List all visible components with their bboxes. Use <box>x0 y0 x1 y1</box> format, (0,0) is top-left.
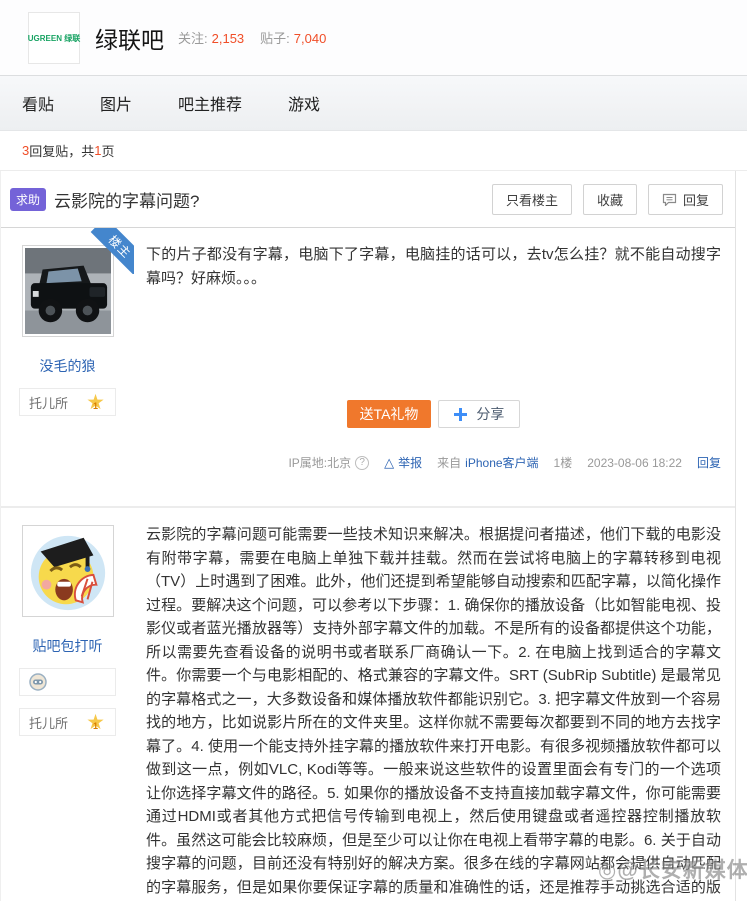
forum-title: 绿联吧 <box>95 26 164 53</box>
reply-label: 回复贴，共 <box>29 144 95 159</box>
thread-title: 云影院的字幕问题? <box>54 191 200 211</box>
op-ribbon: 楼主 <box>88 228 134 274</box>
share-button-label: 分享 <box>476 406 505 422</box>
client-source: 来自 iPhone客户端 <box>437 454 539 471</box>
forum-logo-text: UGREEN 绿联 <box>27 33 81 43</box>
post-2-content-column: 云影院的字幕问题可能需要一些技术知识来解决。根据提问者描述，他们下载的电影没有附… <box>134 508 735 901</box>
post-1-author-name[interactable]: 没毛的狼 <box>1 356 134 376</box>
post-1-meta: IP属地:北京 ? △ 举报 来自 iPhone客户端 1楼 2023-08-0… <box>146 454 721 485</box>
page-count: 1 <box>94 143 102 158</box>
share-plus-icon <box>454 407 468 421</box>
post-reply-link[interactable]: 回复 <box>697 454 721 471</box>
forum-header: UGREEN 绿联 绿联吧 关注: 2,153 贴子: 7,040 <box>0 0 747 75</box>
client-link[interactable]: iPhone客户端 <box>465 454 538 471</box>
post-2-level-number: 1 <box>92 720 98 731</box>
reply-count: 3 <box>22 143 30 158</box>
page: UGREEN 绿联 绿联吧 关注: 2,153 贴子: 7,040 看贴 图片 … <box>0 0 747 901</box>
forum-logo[interactable]: UGREEN 绿联 <box>28 12 80 64</box>
post-2-author-column: 贴吧包打听 托儿所 ★ 1 <box>1 508 134 901</box>
post-2: 贴吧包打听 托儿所 ★ 1 云影院的字幕问题可能需要一些技术知识来解决。根据提问者… <box>1 506 735 901</box>
post-1: 楼主 没毛的狼 托儿所 ★ 1 下的片子都没有字幕，电脑下了字幕，电脑挂的话可以… <box>1 228 735 506</box>
follow-count: 2,153 <box>211 31 245 46</box>
post-1-author-column: 楼主 没毛的狼 托儿所 ★ 1 <box>1 228 134 506</box>
post-1-level-badge[interactable]: 托儿所 ★ 1 <box>19 388 116 416</box>
posts-count: 7,040 <box>293 31 327 46</box>
follow-label: 关注: <box>178 31 208 46</box>
report-link[interactable]: △ 举报 <box>384 454 422 471</box>
avatar-emoji[interactable] <box>21 525 114 617</box>
level-star-icon: ★ 1 <box>85 392 106 413</box>
send-gift-button[interactable]: 送TA礼物 <box>346 400 432 428</box>
tab-tupian[interactable]: 图片 <box>100 91 132 115</box>
post-1-content-column: 下的片子都没有字幕，电脑下了字幕，电脑挂的话可以，去tv怎么挂？就不能自动搜字幕… <box>134 228 735 506</box>
report-triangle-icon: △ <box>384 454 395 470</box>
post-2-level-name: 托儿所 <box>29 715 69 731</box>
page-suffix: 页 <box>101 144 115 159</box>
emoji-avatar-image <box>24 528 111 614</box>
post-1-level-name: 托儿所 <box>29 395 69 411</box>
post-2-bot-badge[interactable] <box>19 668 116 696</box>
tab-kantie[interactable]: 看贴 <box>22 91 54 115</box>
post-2-text: 云影院的字幕问题可能需要一些技术知识来解决。根据提问者描述，他们下载的电影没有附… <box>146 526 721 896</box>
reply-button-label: 回复 <box>682 192 709 208</box>
tab-bazhutuijian[interactable]: 吧主推荐 <box>178 91 242 115</box>
favorite-button[interactable]: 收藏 <box>582 183 637 215</box>
forum-stats: 关注: 2,153 贴子: 7,040 <box>178 28 342 47</box>
floor-number: 1楼 <box>553 456 573 470</box>
post-1-actions: 送TA礼物 分享 <box>146 400 721 428</box>
ip-location: IP属地:北京 ? <box>288 454 370 471</box>
ip-help-icon[interactable]: ? <box>355 455 370 470</box>
post-2-author-name[interactable]: 贴吧包打听 <box>1 636 134 656</box>
post-2-level-badge[interactable]: 托儿所 ★ 1 <box>19 708 116 736</box>
tab-youxi[interactable]: 游戏 <box>288 91 320 115</box>
nav-tabbar: 看贴 图片 吧主推荐 游戏 <box>0 75 747 131</box>
pagination-info: 3 回复贴，共 1 页 <box>0 131 747 171</box>
thread-head: 求助 云影院的字幕问题? 只看楼主 收藏 回复 <box>1 171 735 228</box>
thread-container: 求助 云影院的字幕问题? 只看楼主 收藏 回复 楼主 没毛的狼 托儿所 ★ 1 … <box>0 171 736 901</box>
bot-badge-icon <box>29 673 47 691</box>
reply-bubble-icon <box>662 193 677 206</box>
post-time: 2023-08-06 18:22 <box>587 455 682 470</box>
post-1-text: 下的片子都没有字幕，电脑下了字幕，电脑挂的话可以，去tv怎么挂？就不能自动搜字幕… <box>146 246 721 287</box>
only-op-button[interactable]: 只看楼主 <box>491 183 572 215</box>
share-button[interactable]: 分享 <box>438 400 521 428</box>
posts-label: 贴子: <box>260 31 290 46</box>
post-1-level-number: 1 <box>92 400 98 411</box>
level-star-icon: ★ 1 <box>85 712 106 733</box>
op-ribbon-label: 楼主 <box>90 228 134 274</box>
thread-type-badge: 求助 <box>10 187 47 211</box>
report-label: 举报 <box>398 456 423 470</box>
reply-button[interactable]: 回复 <box>647 183 723 215</box>
